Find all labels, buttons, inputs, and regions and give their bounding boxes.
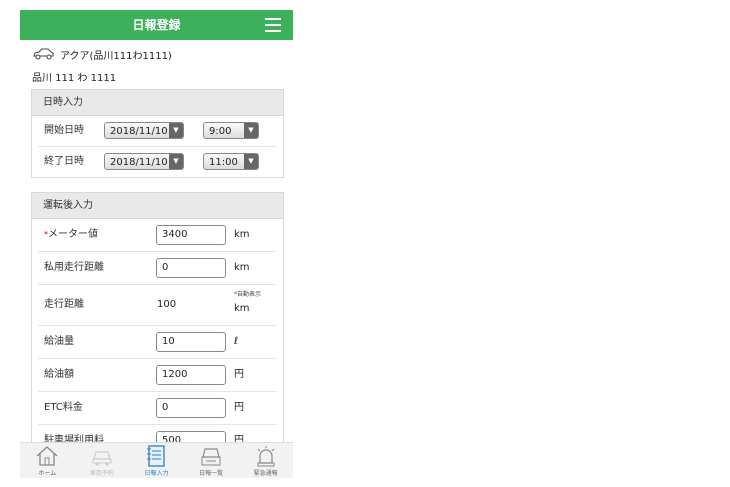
auto-display-note: *自動表示 [234,291,262,298]
tab-emergency-label: 緊急通報 [253,470,278,477]
etc-fee-unit: 円 [234,402,244,413]
tab-home[interactable]: ホーム [20,443,75,478]
app-screen: 日報登録 アクア(品川111わ1111) 品川 111 わ 1111 日時入力 … [20,10,293,478]
meter-unit: km [234,229,250,240]
app-header: 日報登録 [20,10,293,40]
tab-car-reservation[interactable]: 車両予約 [75,443,130,478]
after-drive-panel: 運転後入力 *メーター値 3400 km 私用走行距離 0 km 走行距離 10… [31,192,284,459]
start-datetime-label: 開始日時 [44,125,84,136]
hamburger-icon[interactable] [265,18,281,32]
notebook-icon [147,445,166,467]
fuel-amount-unit: ℓ [234,336,239,347]
end-date-select[interactable]: 2018/11/10 ▼ [104,153,184,170]
tab-report-input[interactable]: 日報入力 [129,443,184,478]
datetime-panel-title: 日時入力 [32,90,283,116]
vehicle-info: アクア(品川111わ1111) [32,46,172,62]
distance-unit: km [234,303,250,314]
start-time-select[interactable]: 9:00 ▼ [203,122,259,139]
vehicle-name: アクア(品川111わ1111) [60,50,172,62]
fuel-cost-input[interactable]: 1200 [156,365,226,385]
fuel-cost-unit: 円 [234,369,244,380]
etc-fee-label: ETC料金 [44,402,83,413]
start-time-value: 9:00 [209,126,232,137]
tab-report-list-label: 日報一覧 [199,470,224,477]
meter-input[interactable]: 3400 [156,225,226,245]
etc-fee-input[interactable]: 0 [156,398,226,418]
meter-label: *メーター値 [44,219,98,251]
etc-fee-row: ETC料金 0 円 [38,392,277,425]
chevron-down-icon: ▼ [169,123,183,138]
chevron-down-icon: ▼ [244,154,258,169]
fuel-amount-label: 給油量 [44,336,74,347]
fuel-amount-input[interactable]: 10 [156,332,226,352]
start-datetime-row: 開始日時 2018/11/10 ▼ 9:00 ▼ [38,116,277,147]
end-time-value: 11:00 [209,157,238,168]
fuel-cost-label: 給油額 [44,369,74,380]
home-icon [36,446,58,466]
alarm-icon [257,446,275,467]
tab-home-label: ホーム [38,470,57,477]
tab-car-reservation-label: 車両予約 [89,470,114,477]
page-title: 日報登録 [132,18,181,32]
chevron-down-icon: ▼ [244,123,258,138]
vehicle-plate: 品川 111 わ 1111 [32,73,117,84]
chevron-down-icon: ▼ [169,154,183,169]
private-distance-label: 私用走行距離 [44,262,104,273]
datetime-panel: 日時入力 開始日時 2018/11/10 ▼ 9:00 ▼ 終了日時 2018/… [31,89,284,178]
meter-label-text: メーター値 [48,229,98,240]
car-reserve-icon [92,451,112,466]
end-date-value: 2018/11/10 [110,157,168,168]
private-distance-row: 私用走行距離 0 km [38,252,277,285]
report-list-icon [201,448,221,466]
private-distance-input[interactable]: 0 [156,258,226,278]
end-datetime-row: 終了日時 2018/11/10 ▼ 11:00 ▼ [38,147,277,177]
end-time-select[interactable]: 11:00 ▼ [203,153,259,170]
distance-value: 100 [157,299,177,310]
tab-report-list[interactable]: 日報一覧 [184,443,239,478]
start-date-select[interactable]: 2018/11/10 ▼ [104,122,184,139]
car-icon [33,48,54,60]
private-distance-unit: km [234,262,250,273]
start-date-value: 2018/11/10 [110,126,168,137]
fuel-amount-row: 給油量 10 ℓ [38,326,277,359]
bottom-tab-bar: ホーム 車両予約 日報入力 日報一覧 緊急通報 [20,442,293,478]
distance-label: 走行距離 [44,299,84,310]
after-drive-panel-title: 運転後入力 [32,193,283,219]
end-datetime-label: 終了日時 [44,156,84,167]
distance-row: 走行距離 100 *自動表示 km [38,285,277,326]
tab-emergency[interactable]: 緊急通報 [238,443,293,478]
fuel-cost-row: 給油額 1200 円 [38,359,277,392]
meter-row: *メーター値 3400 km [38,219,277,252]
tab-report-input-label: 日報入力 [144,470,169,477]
